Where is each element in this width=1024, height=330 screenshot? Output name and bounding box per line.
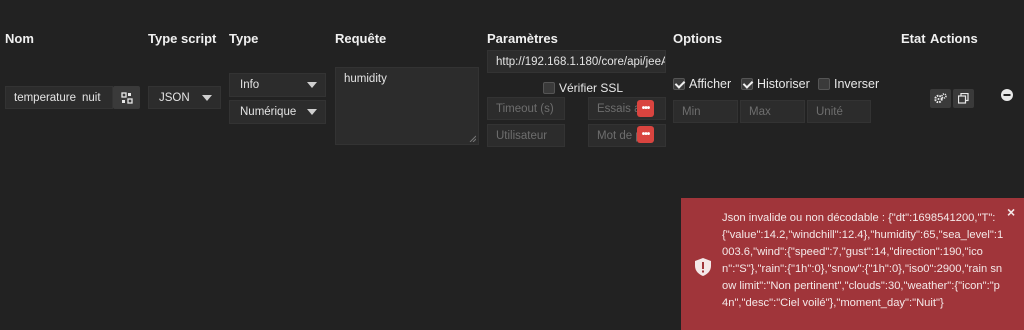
historiser-label: Historiser bbox=[757, 77, 810, 91]
header-requete: Requête bbox=[335, 31, 387, 46]
toast-close-icon[interactable]: × bbox=[1007, 204, 1015, 220]
timeout-input[interactable]: Timeout (s) bbox=[487, 97, 565, 120]
password-manager-icon[interactable]: ••• bbox=[637, 100, 654, 117]
subtype-value: Numérique bbox=[240, 106, 297, 118]
header-type-script: Type script bbox=[148, 31, 217, 46]
subtype-select[interactable]: Numérique bbox=[229, 100, 326, 124]
unite-input[interactable]: Unité bbox=[807, 100, 871, 123]
mot-de-passe-placeholder: Mot de p bbox=[597, 129, 642, 142]
timeout-placeholder: Timeout (s) bbox=[496, 102, 554, 115]
max-input[interactable]: Max bbox=[740, 100, 805, 123]
header-etat: Etat bbox=[901, 31, 926, 46]
type-value: Info bbox=[240, 79, 260, 91]
type-script-select[interactable]: JSON bbox=[148, 86, 221, 109]
header-actions: Actions bbox=[930, 31, 978, 46]
select-object-button[interactable] bbox=[113, 86, 140, 109]
header-options: Options bbox=[673, 31, 723, 46]
command-name-value: temperature bbox=[14, 91, 77, 104]
resize-handle-icon[interactable] bbox=[469, 135, 476, 142]
header-type: Type bbox=[229, 31, 259, 46]
min-input[interactable]: Min bbox=[673, 100, 738, 123]
request-value: humidity bbox=[344, 73, 387, 85]
inverser-label: Inverser bbox=[834, 77, 880, 91]
mot-de-passe-input[interactable]: Mot de p bbox=[588, 124, 666, 147]
type-script-value: JSON bbox=[159, 91, 190, 104]
minus-circle-icon[interactable] bbox=[1001, 89, 1013, 101]
min-placeholder: Min bbox=[682, 105, 701, 118]
password-manager-icon[interactable]: ••• bbox=[637, 126, 654, 143]
header-nom: Nom bbox=[5, 31, 34, 46]
chevron-down-icon bbox=[307, 82, 317, 88]
command-name-input[interactable]: temperature nuit bbox=[5, 86, 113, 109]
afficher-label: Afficher bbox=[689, 77, 732, 91]
verifier-ssl-label: Vérifier SSL bbox=[559, 81, 624, 95]
url-value: http://192.168.1.180/core/api/jeeApi bbox=[496, 55, 666, 68]
chevron-down-icon bbox=[202, 94, 212, 101]
command-object-value: nuit bbox=[82, 91, 101, 104]
max-placeholder: Max bbox=[749, 105, 771, 118]
toast-message: Json invalide ou non décodable : {"dt":1… bbox=[722, 212, 1004, 309]
gears-icon bbox=[934, 93, 947, 104]
request-textarea[interactable]: humidity bbox=[335, 67, 479, 145]
copy-icon bbox=[958, 93, 969, 104]
url-input[interactable]: http://192.168.1.180/core/api/jeeApi bbox=[487, 50, 666, 73]
verifier-ssl-checkbox[interactable] bbox=[543, 82, 555, 94]
chevron-down-icon bbox=[307, 109, 317, 115]
error-toast: Json invalide ou non décodable : {"dt":1… bbox=[681, 198, 1024, 330]
inverser-checkbox[interactable] bbox=[818, 78, 830, 90]
type-select[interactable]: Info bbox=[229, 73, 326, 97]
object-select-icon bbox=[120, 91, 133, 104]
unite-placeholder: Unité bbox=[816, 105, 843, 118]
utilisateur-placeholder: Utilisateur bbox=[496, 129, 548, 142]
shield-alert-icon bbox=[695, 258, 711, 276]
utilisateur-input[interactable]: Utilisateur bbox=[487, 124, 565, 147]
historiser-checkbox[interactable] bbox=[741, 78, 753, 90]
header-parametres: Paramètres bbox=[487, 31, 558, 46]
configure-command-button[interactable] bbox=[930, 89, 951, 108]
duplicate-command-button[interactable] bbox=[953, 89, 974, 108]
afficher-checkbox[interactable] bbox=[673, 78, 685, 90]
essais-input[interactable]: Essais au bbox=[588, 97, 666, 120]
